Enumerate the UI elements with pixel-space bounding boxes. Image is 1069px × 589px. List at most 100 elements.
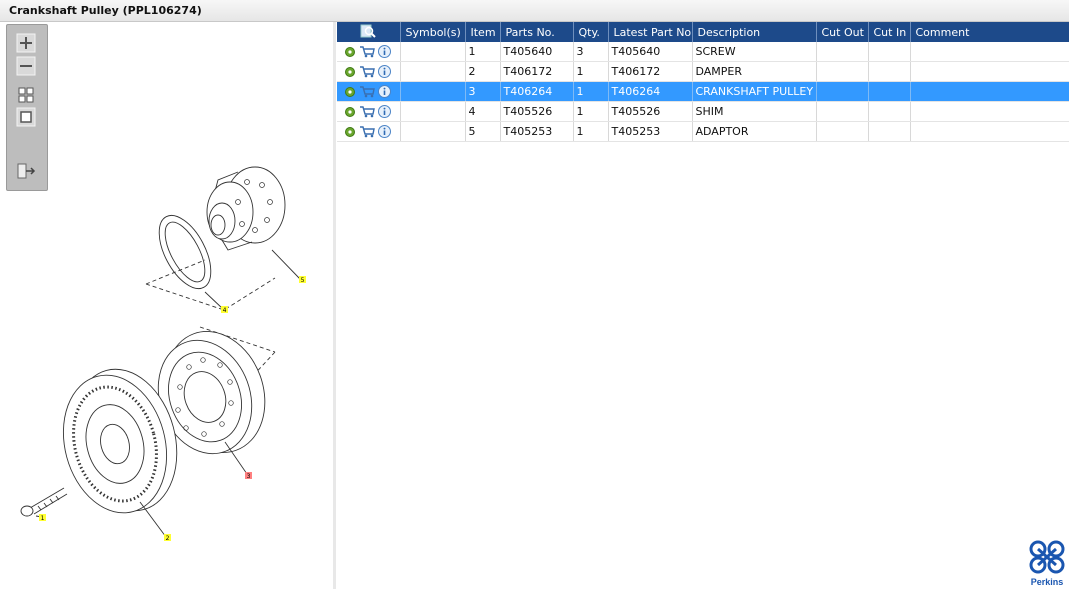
column-header-item[interactable]: Item	[465, 22, 501, 42]
cell-comment	[910, 101, 1069, 122]
cell-item: 2	[465, 61, 501, 82]
info-icon[interactable]	[378, 65, 391, 78]
cell-cut-in	[868, 121, 911, 142]
cell-part-no: T405526	[500, 101, 574, 122]
cell-latest-part-no: T405640	[608, 42, 693, 62]
window-titlebar: Crankshaft Pulley (PPL106274)	[0, 0, 1069, 22]
cell-item: 1	[465, 42, 501, 62]
cell-symbols	[400, 42, 466, 62]
cart-icon[interactable]	[359, 105, 375, 118]
export-button[interactable]	[16, 161, 36, 181]
cell-description: SHIM	[692, 101, 817, 122]
cell-item: 3	[465, 81, 501, 102]
info-icon[interactable]	[378, 105, 391, 118]
gear-icon[interactable]	[344, 46, 356, 58]
table-row[interactable]: 2 T406172 1 T406172 DAMPER	[337, 61, 1069, 82]
pane-splitter[interactable]	[333, 22, 336, 589]
cell-cut-out	[816, 121, 869, 142]
table-row[interactable]: 4 T405526 1 T405526 SHIM	[337, 101, 1069, 122]
cell-comment	[910, 121, 1069, 142]
cell-part-no: T405253	[500, 121, 574, 142]
cart-icon[interactable]	[359, 125, 375, 138]
zoom-toolbar	[6, 24, 48, 191]
column-header-parts-no[interactable]: Parts No.	[500, 22, 574, 42]
cart-icon[interactable]	[359, 45, 375, 58]
cell-latest-part-no: T406264	[608, 81, 693, 102]
cell-qty: 1	[573, 101, 609, 122]
column-header-latest-part-no[interactable]: Latest Part No.	[608, 22, 693, 42]
cell-symbols	[400, 61, 466, 82]
fit-window-button[interactable]	[16, 107, 36, 127]
callout-1[interactable]: 1	[41, 515, 45, 522]
gear-icon[interactable]	[344, 86, 356, 98]
cell-comment	[910, 42, 1069, 62]
gear-icon[interactable]	[344, 66, 356, 78]
cell-actions	[337, 121, 401, 142]
cell-description: ADAPTOR	[692, 121, 817, 142]
cell-actions	[337, 61, 401, 82]
screw-drawing	[20, 487, 68, 517]
cell-description: SCREW	[692, 42, 817, 62]
export-arrow-icon	[17, 163, 36, 179]
cell-latest-part-no: T406172	[608, 61, 693, 82]
magnify-list-icon	[360, 24, 376, 38]
cell-qty: 1	[573, 81, 609, 102]
info-icon[interactable]	[378, 125, 391, 138]
cell-cut-in	[868, 61, 911, 82]
table-row[interactable]: 1 T405640 3 T405640 SCREW	[337, 42, 1069, 62]
fit-all-button[interactable]	[16, 85, 36, 105]
fit-window-icon	[20, 111, 32, 123]
cell-part-no: T406264	[500, 81, 574, 102]
cell-actions	[337, 42, 401, 62]
cell-cut-in	[868, 81, 911, 102]
cell-cut-out	[816, 81, 869, 102]
perkins-logo: Perkins	[1029, 540, 1065, 587]
cell-symbols	[400, 81, 466, 102]
cell-latest-part-no: T405526	[608, 101, 693, 122]
column-header-comment[interactable]: Comment	[910, 22, 1069, 42]
column-header-cut-in[interactable]: Cut In	[868, 22, 911, 42]
column-header-symbols[interactable]: Symbol(s)	[400, 22, 466, 42]
grid-header-row: Symbol(s) Item Parts No. Qty. Latest Par…	[337, 22, 1069, 42]
cart-icon[interactable]	[359, 85, 375, 98]
cell-comment	[910, 81, 1069, 102]
brand-name: Perkins	[1031, 577, 1064, 587]
parts-grid: Symbol(s) Item Parts No. Qty. Latest Par…	[337, 22, 1069, 142]
exploded-diagram[interactable]: 1 2 3 4 5	[0, 22, 333, 589]
column-header-actions[interactable]	[337, 22, 401, 42]
cell-description: CRANKSHAFT PULLEY	[692, 81, 817, 102]
cell-part-no: T405640	[500, 42, 574, 62]
info-icon[interactable]	[378, 85, 391, 98]
cell-latest-part-no: T405253	[608, 121, 693, 142]
callout-3[interactable]: 3	[247, 473, 251, 480]
cell-actions	[337, 101, 401, 122]
column-header-cut-out[interactable]: Cut Out	[816, 22, 869, 42]
cell-cut-out	[816, 42, 869, 62]
cell-cut-out	[816, 101, 869, 122]
cell-item: 5	[465, 121, 501, 142]
cell-cut-in	[868, 42, 911, 62]
cell-item: 4	[465, 101, 501, 122]
cell-symbols	[400, 101, 466, 122]
callout-4[interactable]: 4	[223, 307, 227, 314]
column-header-qty[interactable]: Qty.	[573, 22, 609, 42]
adaptor-drawing	[206, 166, 286, 251]
table-row[interactable]: 5 T405253 1 T405253 ADAPTOR	[337, 121, 1069, 142]
cell-comment	[910, 61, 1069, 82]
cell-part-no: T406172	[500, 61, 574, 82]
cell-cut-out	[816, 61, 869, 82]
cell-cut-in	[868, 101, 911, 122]
callout-2[interactable]: 2	[166, 535, 170, 542]
zoom-out-button[interactable]	[16, 56, 36, 76]
gear-icon[interactable]	[344, 106, 356, 118]
info-icon[interactable]	[378, 45, 391, 58]
cart-icon[interactable]	[359, 65, 375, 78]
zoom-in-button[interactable]	[16, 33, 36, 53]
cell-description: DAMPER	[692, 61, 817, 82]
table-row[interactable]: 3 T406264 1 T406264 CRANKSHAFT PULLEY	[337, 81, 1069, 102]
callout-5[interactable]: 5	[301, 277, 305, 284]
cell-qty: 1	[573, 121, 609, 142]
gear-icon[interactable]	[344, 126, 356, 138]
column-header-description[interactable]: Description	[692, 22, 817, 42]
cell-qty: 3	[573, 42, 609, 62]
